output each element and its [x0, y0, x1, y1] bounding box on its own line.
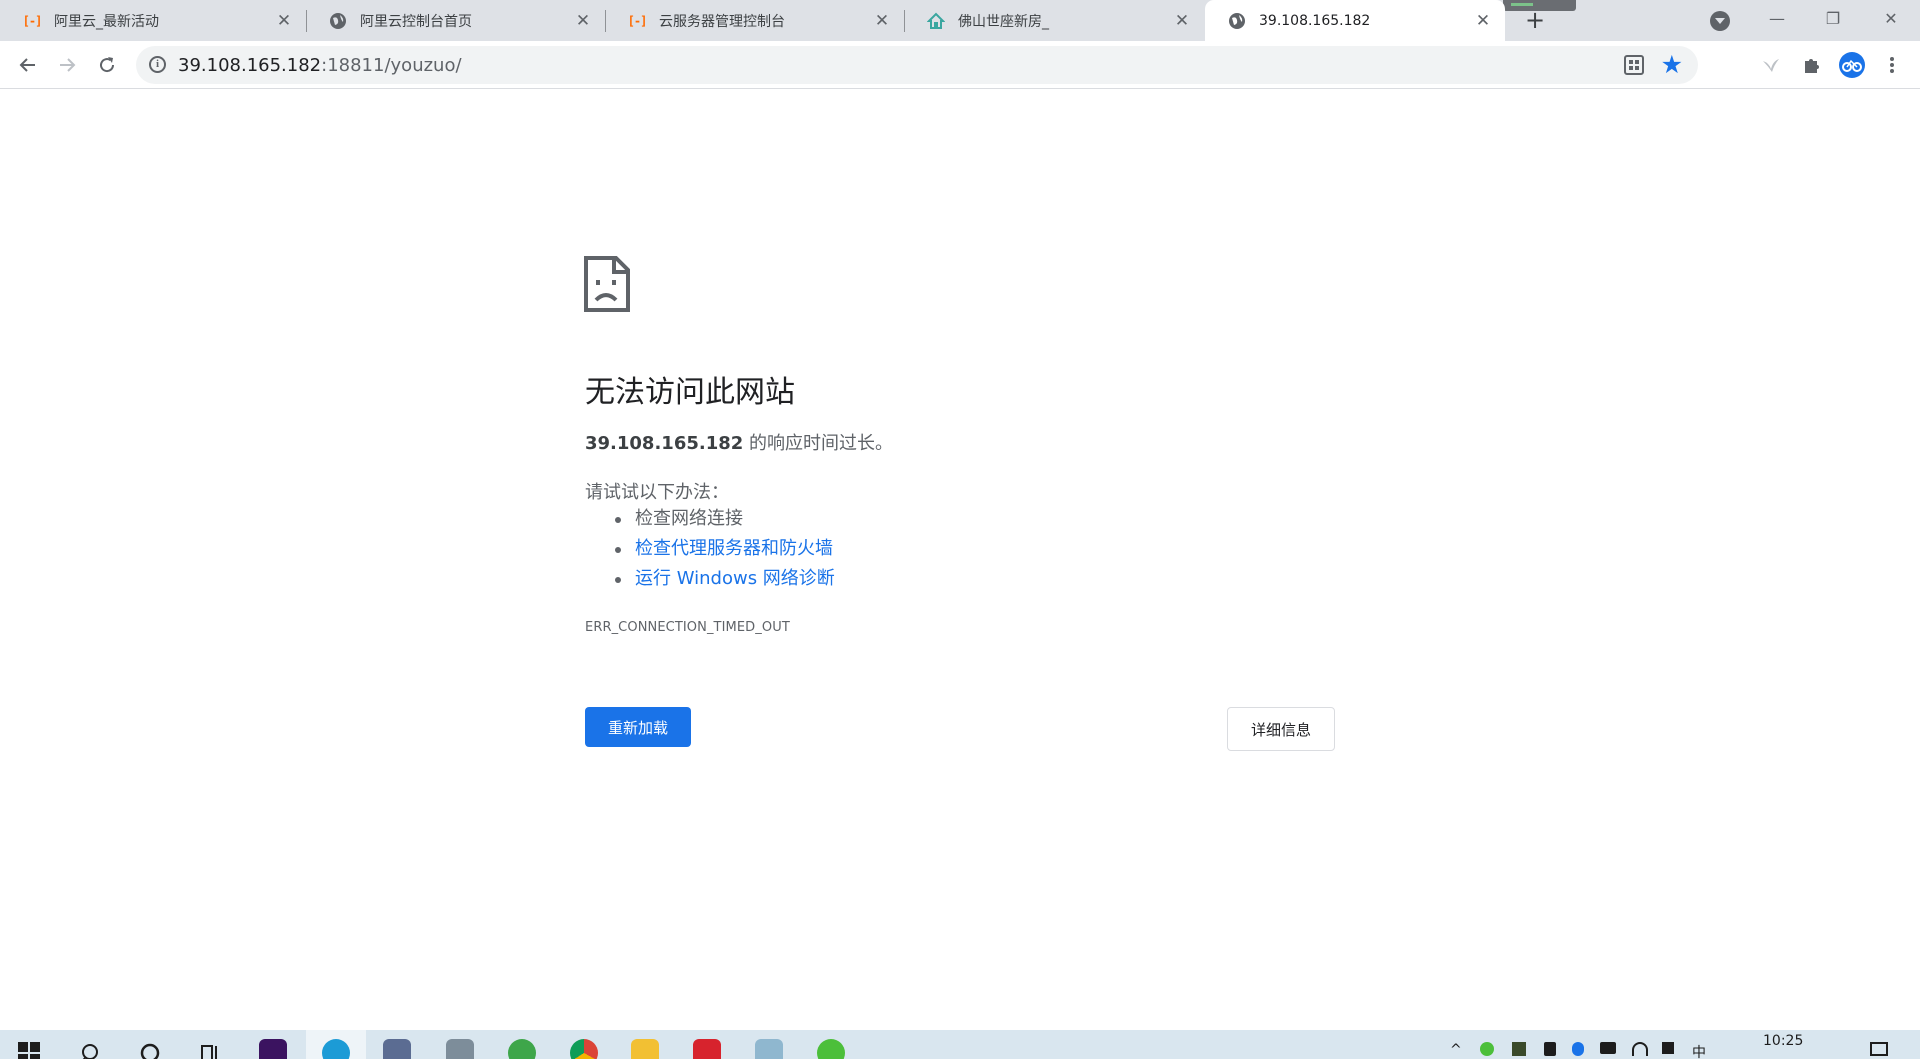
windows-start-icon[interactable] — [12, 1039, 46, 1059]
window-close-button[interactable]: ✕ — [1868, 4, 1914, 34]
url-path: :18811/youzuo/ — [321, 55, 462, 76]
qr-code-icon[interactable] — [1624, 55, 1644, 75]
cortana-icon[interactable] — [133, 1039, 167, 1059]
tab-aliyun-console[interactable]: 阿里云控制台首页 ✕ — [306, 0, 606, 41]
error-code: ERR_CONNECTION_TIMED_OUT — [585, 620, 790, 635]
tab-aliyun-activities[interactable]: [-] 阿里云_最新活动 ✕ — [0, 0, 307, 41]
error-page: 无法访问此网站 39.108.165.182 的响应时间过长。 请试试以下办法：… — [0, 90, 1920, 1030]
tab-title: 佛山世座新房_ — [958, 13, 1049, 30]
url-text[interactable]: 39.108.165.182:18811/youzuo/ — [178, 55, 462, 76]
bird-extension-icon — [1763, 59, 1779, 72]
puzzle-icon — [1805, 59, 1819, 73]
tab-close-icon[interactable]: ✕ — [1172, 11, 1192, 31]
suggestion-check-network: 检查网络连接 — [615, 504, 835, 534]
house-icon — [926, 11, 946, 31]
aliyun-icon: [-] — [627, 13, 648, 28]
nvidia-tray-icon[interactable] — [1512, 1042, 1526, 1056]
address-bar[interactable]: i 39.108.165.182:18811/youzuo/ ★ — [136, 46, 1698, 84]
tab-foshan-house[interactable]: 佛山世座新房_ ✕ — [904, 0, 1204, 41]
menu-button[interactable] — [1876, 49, 1908, 81]
tab-close-icon[interactable]: ✕ — [1473, 11, 1493, 31]
netease-music-icon[interactable] — [690, 1039, 724, 1059]
security-icon[interactable] — [380, 1039, 414, 1059]
avatar — [1839, 52, 1865, 78]
battery-icon[interactable] — [1600, 1042, 1616, 1054]
forward-arrow-icon — [60, 58, 76, 72]
profile-button[interactable] — [1836, 49, 1868, 81]
back-arrow-icon — [19, 58, 35, 72]
tab-title: 39.108.165.182 — [1259, 12, 1371, 29]
error-summary-text: 的响应时间过长。 — [743, 433, 894, 454]
sad-page-icon — [584, 256, 630, 312]
taskbar-clock[interactable]: 10:25 — [1763, 1033, 1803, 1049]
photos-icon[interactable] — [443, 1039, 477, 1059]
tab-title: 阿里云_最新活动 — [54, 13, 159, 30]
reload-toolbar-button[interactable] — [91, 49, 123, 81]
notifications-icon[interactable] — [1870, 1042, 1888, 1056]
tab-close-icon[interactable]: ✕ — [573, 11, 593, 31]
restore-button[interactable]: ❐ — [1810, 4, 1856, 34]
details-button[interactable]: 详细信息 — [1227, 707, 1335, 751]
suggestions-heading: 请试试以下办法： — [585, 482, 729, 503]
tab-ecs-console[interactable]: [-] 云服务器管理控制台 ✕ — [605, 0, 905, 41]
tab-ip-address[interactable]: 39.108.165.182 ✕ — [1205, 0, 1505, 41]
search-icon[interactable] — [74, 1039, 108, 1059]
minimize-button[interactable]: — — [1754, 4, 1800, 34]
ime-indicator[interactable]: 中 — [1692, 1042, 1706, 1059]
bookmark-star-icon[interactable]: ★ — [1661, 51, 1683, 79]
extension-bird-button[interactable] — [1755, 49, 1787, 81]
file-explorer-icon[interactable] — [628, 1039, 662, 1059]
details-button-label: 详细信息 — [1250, 720, 1311, 739]
tab-search-icon[interactable] — [1710, 11, 1730, 31]
tray-overflow-icon[interactable]: ^ — [1450, 1042, 1462, 1058]
error-heading: 无法访问此网站 — [585, 375, 795, 410]
forward-button[interactable] — [51, 49, 83, 81]
frog-app-icon[interactable] — [505, 1039, 539, 1059]
tab-title: 阿里云控制台首页 — [360, 13, 472, 30]
photoshop-icon[interactable] — [256, 1039, 290, 1059]
aliyun-icon: [-] — [22, 13, 43, 28]
error-host: 39.108.165.182 — [585, 433, 744, 454]
volume-icon[interactable] — [1662, 1042, 1674, 1054]
notepad-icon[interactable] — [752, 1039, 786, 1059]
tab-title: 云服务器管理控制台 — [659, 13, 785, 30]
browser-toolbar: i 39.108.165.182:18811/youzuo/ ★ — [0, 41, 1920, 89]
globe-icon — [328, 11, 348, 31]
new-tab-button[interactable]: + — [1521, 7, 1549, 35]
back-button[interactable] — [12, 49, 44, 81]
chrome-icon[interactable] — [567, 1039, 601, 1059]
wechat-tray-icon[interactable] — [1480, 1042, 1494, 1056]
reload-icon — [100, 57, 115, 73]
suggestion-windows-diagnostics-link[interactable]: 运行 Windows 网络诊断 — [615, 564, 835, 594]
wechat-icon[interactable] — [814, 1039, 848, 1059]
wifi-icon[interactable] — [1632, 1042, 1648, 1056]
edge-icon[interactable] — [306, 1030, 366, 1059]
tab-close-icon[interactable]: ✕ — [872, 11, 892, 31]
tab-close-icon[interactable]: ✕ — [274, 11, 294, 31]
suggestions-list: 检查网络连接 检查代理服务器和防火墙 运行 Windows 网络诊断 — [615, 504, 835, 594]
task-view-icon[interactable] — [193, 1039, 227, 1059]
extensions-button[interactable] — [1796, 49, 1828, 81]
globe-icon — [1227, 11, 1247, 31]
suggestion-check-proxy-link[interactable]: 检查代理服务器和防火墙 — [615, 534, 835, 564]
pen-tray-icon[interactable] — [1544, 1042, 1556, 1056]
bluetooth-icon[interactable] — [1572, 1042, 1584, 1056]
windows-taskbar: ^ 中 10:25 — [0, 1030, 1920, 1059]
tab-strip: [-] 阿里云_最新活动 ✕ 阿里云控制台首页 ✕ [-] 云服务器管理控制台 … — [0, 0, 1920, 41]
reload-button[interactable]: 重新加载 — [585, 707, 691, 747]
url-host: 39.108.165.182 — [178, 55, 322, 76]
site-info-icon[interactable]: i — [149, 56, 166, 73]
error-summary: 39.108.165.182 的响应时间过长。 — [585, 429, 893, 455]
kebab-menu-icon — [1890, 57, 1894, 73]
